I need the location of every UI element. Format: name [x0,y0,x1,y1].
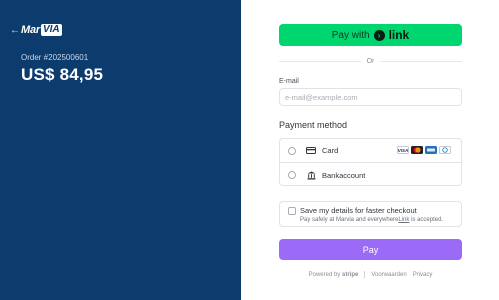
pay-button[interactable]: Pay [279,239,462,260]
save-details-checkbox[interactable] [288,207,296,215]
logo-box-text: VIA [40,23,62,36]
link-info-link[interactable]: Link [398,217,409,223]
email-input[interactable] [279,88,462,106]
diners-club-icon [439,146,451,154]
checkout-pane: Pay with › link Or E-mail Payment method… [241,0,499,300]
link-arrow-icon: › [373,29,385,41]
or-text: Or [366,57,375,65]
card-radio[interactable] [288,146,296,155]
amex-icon [425,146,437,154]
email-label: E-mail [279,78,299,85]
card-label: Card [322,146,339,155]
payment-option-bankaccount[interactable]: Bankaccount [280,163,461,187]
order-amount: US$ 84,95 [21,65,104,84]
footer-separator [364,271,366,278]
powered-by-label: Powered by [308,271,341,278]
privacy-link[interactable]: Privacy [413,272,433,278]
order-summary-pane: ← Mar VIA Order #202500601 US$ 84,95 [0,0,241,300]
logo-text: Mar [21,23,40,36]
payment-method-title: Payment method [279,120,348,130]
powered-by-text: Powered by stripe [309,272,359,278]
merchant-logo: Mar VIA [21,23,62,36]
bankaccount-radio[interactable] [288,171,296,179]
card-icon [306,147,316,155]
visa-icon: VISA [397,146,409,154]
or-divider: Or [279,56,462,66]
stripe-logo: stripe [341,271,359,278]
payment-option-card[interactable]: Card VISA [280,139,461,163]
divider-line [279,60,361,62]
divider-line [380,60,462,62]
card-brands: VISA [397,146,451,154]
bankaccount-label: Bankaccount [322,170,366,180]
pay-with-link-button[interactable]: Pay with › link [279,24,462,46]
save-details-title: Save my details for faster checkout [300,206,417,215]
save-subtitle-suffix: is accepted. [409,217,444,223]
save-subtitle-prefix: Pay safely at Marvia and everywhere [300,217,399,223]
back-arrow-icon[interactable]: ← [10,26,20,36]
pay-with-label: Pay with [331,29,370,41]
mastercard-icon [411,146,423,154]
save-details-subtitle: Pay safely at Marvia and everywhereLink … [300,217,443,223]
order-number: Order #202500601 [21,53,89,62]
bank-icon [306,171,316,179]
link-word: link [388,28,410,42]
terms-link[interactable]: Voorwaarden [371,272,406,278]
save-details-box[interactable]: Save my details for faster checkout Pay … [279,201,462,227]
payment-method-options: Card VISA Bankaccount [279,138,462,186]
footer: Powered by stripe Voorwaarden Privacy [279,271,462,278]
